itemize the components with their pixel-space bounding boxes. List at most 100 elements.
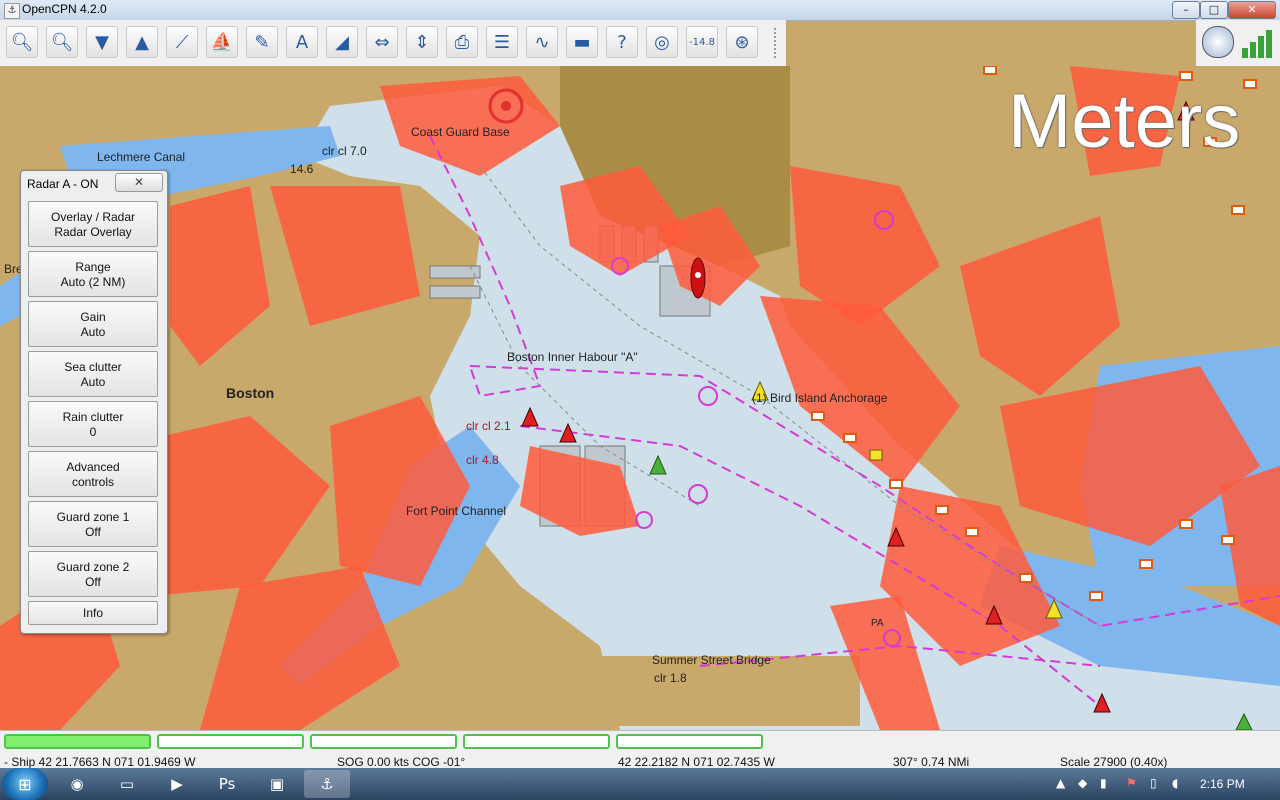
chart-scale: Scale 27900 (0.40x) [1060,755,1168,769]
status-gauge [4,734,151,749]
radar-range-button[interactable]: Range Auto (2 NM) [28,251,158,297]
depth-units-watermark: Meters [1008,79,1241,164]
close-button[interactable]: ✕ [1228,1,1276,19]
cursor-bearing-distance: 307° 0.74 NMi [893,755,970,769]
radar-button[interactable]: ◎ [646,26,678,58]
media-player-icon[interactable]: ▶ [154,770,200,798]
opencpn-icon[interactable]: ⚓ [304,770,350,798]
label-boston: Boston [226,385,275,401]
minimize-button[interactable]: – [1172,1,1200,19]
radar-button-value: controls [71,475,115,489]
remote-desktop-icon[interactable]: ▣ [254,770,300,798]
route-manager-button[interactable]: ☰ [486,26,518,58]
current-button[interactable]: ◢ [326,26,358,58]
radar-button-label: Range [75,260,111,274]
radar-button-label: Guard zone 2 [56,560,130,574]
label-clearance-2-1: clr cl 2.1 [466,419,511,433]
help-button[interactable]: ? [606,26,638,58]
action-center-icon[interactable]: ⚑ [1126,776,1137,790]
radar-guard-zone-2-button[interactable]: Guard zone 2 Off [28,551,158,597]
radar-panel-header[interactable]: Radar A - ON ✕ [21,171,167,195]
label-lechmere-canal: Lechmere Canal [97,150,186,164]
auto-follow-button[interactable]: ⛵ [206,26,238,58]
radar-overlay-radar-button[interactable]: Overlay / Radar Radar Overlay [28,201,158,247]
label-coast-guard-base: Coast Guard Base [411,125,510,139]
network-icon[interactable]: ▮ [1100,776,1107,790]
radar-button-label: Guard zone 1 [56,510,130,524]
ais-button[interactable]: ⇕ [406,26,438,58]
label-summer-street-bridge: Summer Street Bridge [652,653,771,667]
status-gauge-fill [6,736,149,747]
label-depth-14-6: 14.6 [290,162,314,176]
radar-button-value: Radar Overlay [54,225,132,239]
color-scheme-button[interactable]: ▬ [566,26,598,58]
radar-panel-title: Radar A - ON [27,177,99,191]
status-gauge [310,734,457,749]
zoom-out-button[interactable]: 🔍︎ [46,26,78,58]
start-button[interactable]: ⊞ [2,768,48,800]
label-clearance-4-8: clr 4.8 [466,453,499,467]
radar-sea-clutter-button[interactable]: Sea clutter Auto [28,351,158,397]
depth-button[interactable]: -14.8 [686,26,718,58]
compass-and-gps-panel [1196,20,1280,66]
mob-button[interactable]: ⊛ [726,26,758,58]
scale-out-button[interactable]: ▲ [126,26,158,58]
own-ship-icon [690,257,706,299]
dropbox-icon[interactable]: ◆ [1078,776,1087,790]
radar-button-value: Off [85,525,101,539]
compass-icon[interactable] [1202,26,1234,58]
status-gauge [157,734,304,749]
firefox-icon[interactable]: ◉ [54,770,100,798]
radar-button-value: Auto [80,325,106,339]
print-button[interactable]: ⎙ [446,26,478,58]
zoom-in-button[interactable]: 🔍︎ [6,26,38,58]
radar-guard-zone-1-button[interactable]: Guard zone 1 Off [28,501,158,547]
tide-button[interactable]: ⇔ [366,26,398,58]
status-gauge [616,734,763,749]
radar-button-value: Off [85,575,101,589]
label-clearance-7: clr cl 7.0 [322,144,367,158]
status-gauge [463,734,610,749]
radar-button-label: Info [82,606,103,620]
sog-cog: SOG 0.00 kts COG -01° [337,755,466,769]
window-title: OpenCPN 4.2.0 [22,2,107,16]
radar-advanced-button[interactable]: Advanced controls [28,451,158,497]
nautical-chart[interactable] [0,66,1280,730]
toolbar-grip[interactable] [774,28,782,58]
radar-button-value: Auto (2 NM) [60,275,126,289]
radar-button-value: Auto [80,375,106,389]
options-button[interactable]: ✎ [246,26,278,58]
battery-icon[interactable]: ▯ [1150,776,1157,790]
label-pa: PA [871,618,884,629]
explorer-icon[interactable]: ▭ [104,770,150,798]
label-clearance-1-8: clr 1.8 [654,671,687,685]
radar-gain-button[interactable]: Gain Auto [28,301,158,347]
route-button[interactable]: ⟋ [166,26,198,58]
ship-position: - Ship 42 21.7663 N 071 01.9469 W [4,755,196,769]
radar-button-label: Gain [80,310,106,324]
windows-taskbar: ⊞ ▲ ◆ ▮ ⚑ ▯ ◖ 2:16 PM ◉ ▭ ▶ Ps ▣ ⚓ [0,768,1280,800]
opencpn-app-icon: ⚓ [4,3,20,19]
radar-button-label: Sea clutter [64,360,122,374]
taskbar-clock[interactable]: 2:16 PM [1200,777,1245,791]
main-toolbar: 🔍︎ 🔍︎ ▼ ▲ ⟋ ⛵ ✎ A ◢ ⇔ ⇕ ⎙ ☰ ∿ ▬? ◎ -14.8 ⊛ [0,20,786,67]
radar-panel-close-button[interactable]: ✕ [115,173,163,192]
maximize-button[interactable]: □ [1200,1,1228,19]
text-button[interactable]: A [286,26,318,58]
label-inner-harbour: Boston Inner Habour "A" [507,350,638,364]
radar-button-label: Advanced [66,460,120,474]
gps-signal-icon [1240,26,1274,58]
photoshop-icon[interactable]: Ps [204,770,250,798]
radar-info-button[interactable]: Info [28,601,158,625]
track-button[interactable]: ∿ [526,26,558,58]
volume-icon[interactable]: ◖ [1172,776,1178,790]
radar-rain-clutter-button[interactable]: Rain clutter 0 [28,401,158,447]
chart-canvas[interactable]: Coast Guard Base Lechmere Canal clr cl 7… [0,66,1280,730]
window-titlebar: ⚓ OpenCPN 4.2.0 – □ ✕ [0,0,1280,21]
label-bird-island-anchorage: (1) Bird Island Anchorage [752,391,888,405]
radar-button-value: 0 [89,425,97,439]
scale-in-button[interactable]: ▼ [86,26,118,58]
radar-button-label: Overlay / Radar [50,210,136,224]
tray-arrow-icon[interactable]: ▲ [1056,776,1065,790]
radar-control-panel: Radar A - ON ✕ Overlay / Radar Radar Over… [20,170,168,634]
